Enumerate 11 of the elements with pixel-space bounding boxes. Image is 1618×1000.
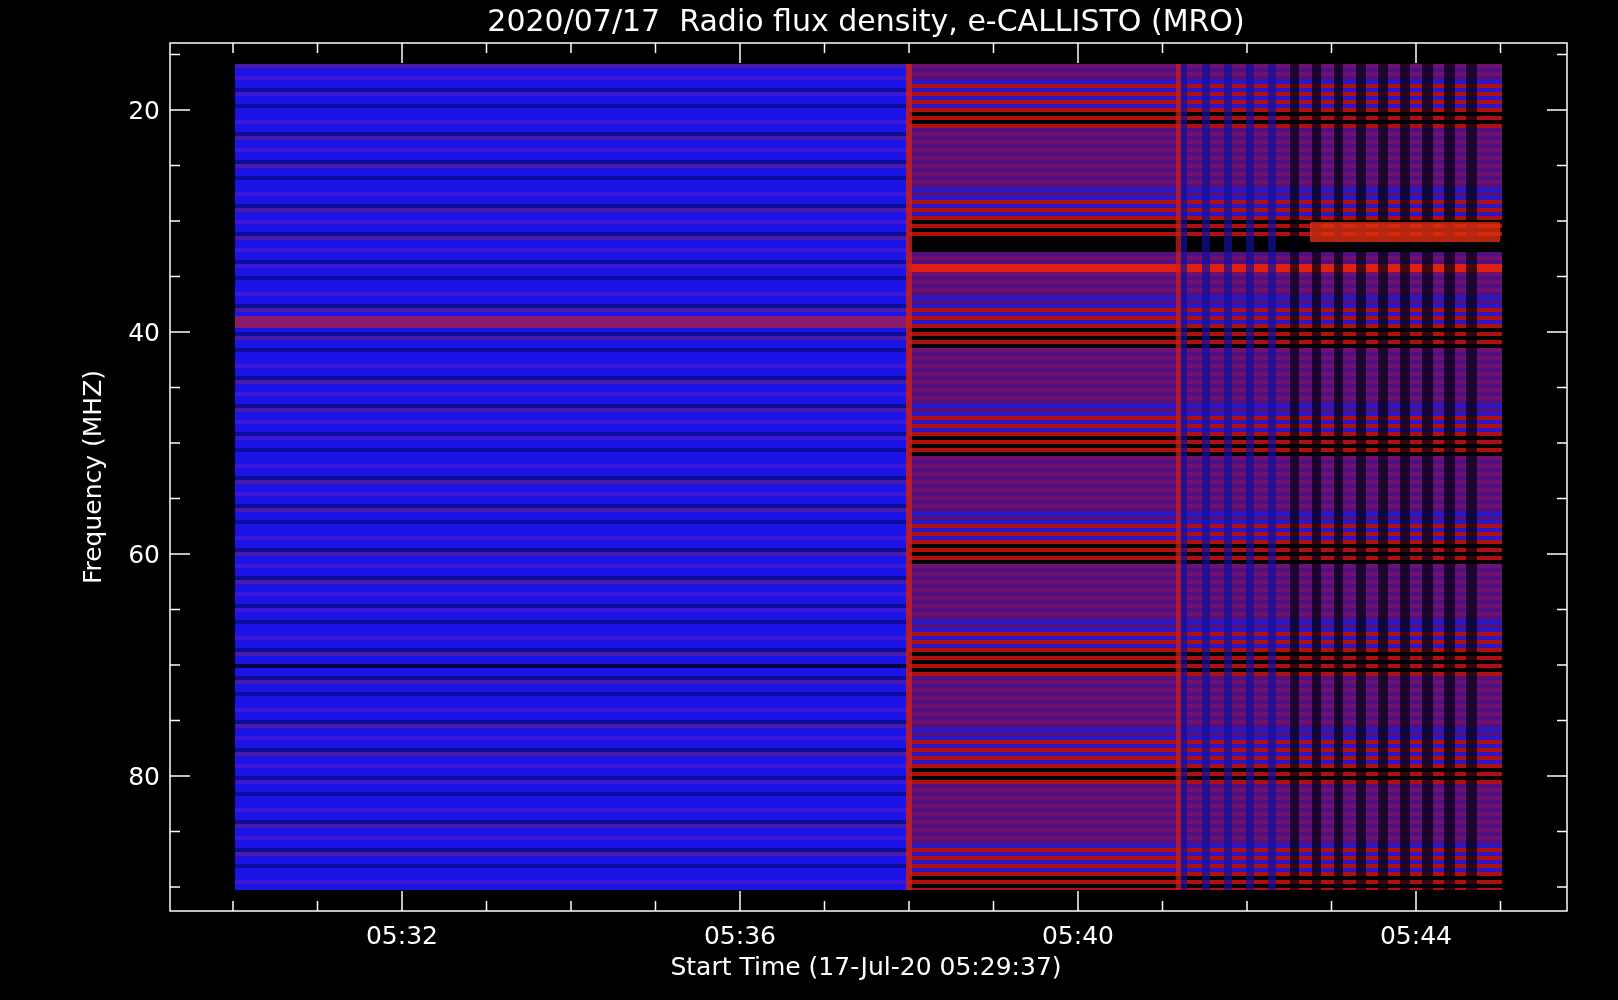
y-axis-label: Frequency (MHZ)	[78, 369, 107, 585]
y-tick-label: 40	[128, 318, 160, 347]
y-tick-label: 60	[128, 540, 160, 569]
x-tick-label: 05:32	[366, 921, 438, 950]
x-tick-label: 05:36	[704, 921, 776, 950]
y-tick-label: 20	[128, 96, 160, 125]
x-axis-label: Start Time (17-Jul-20 05:29:37)	[670, 952, 1062, 981]
x-tick-label: 05:40	[1042, 921, 1114, 950]
chart-title: 2020/07/17 Radio flux density, e-CALLISTO (MRO)	[487, 3, 1245, 38]
x-tick-label: 05:44	[1380, 921, 1452, 950]
y-tick-label: 80	[128, 762, 160, 791]
